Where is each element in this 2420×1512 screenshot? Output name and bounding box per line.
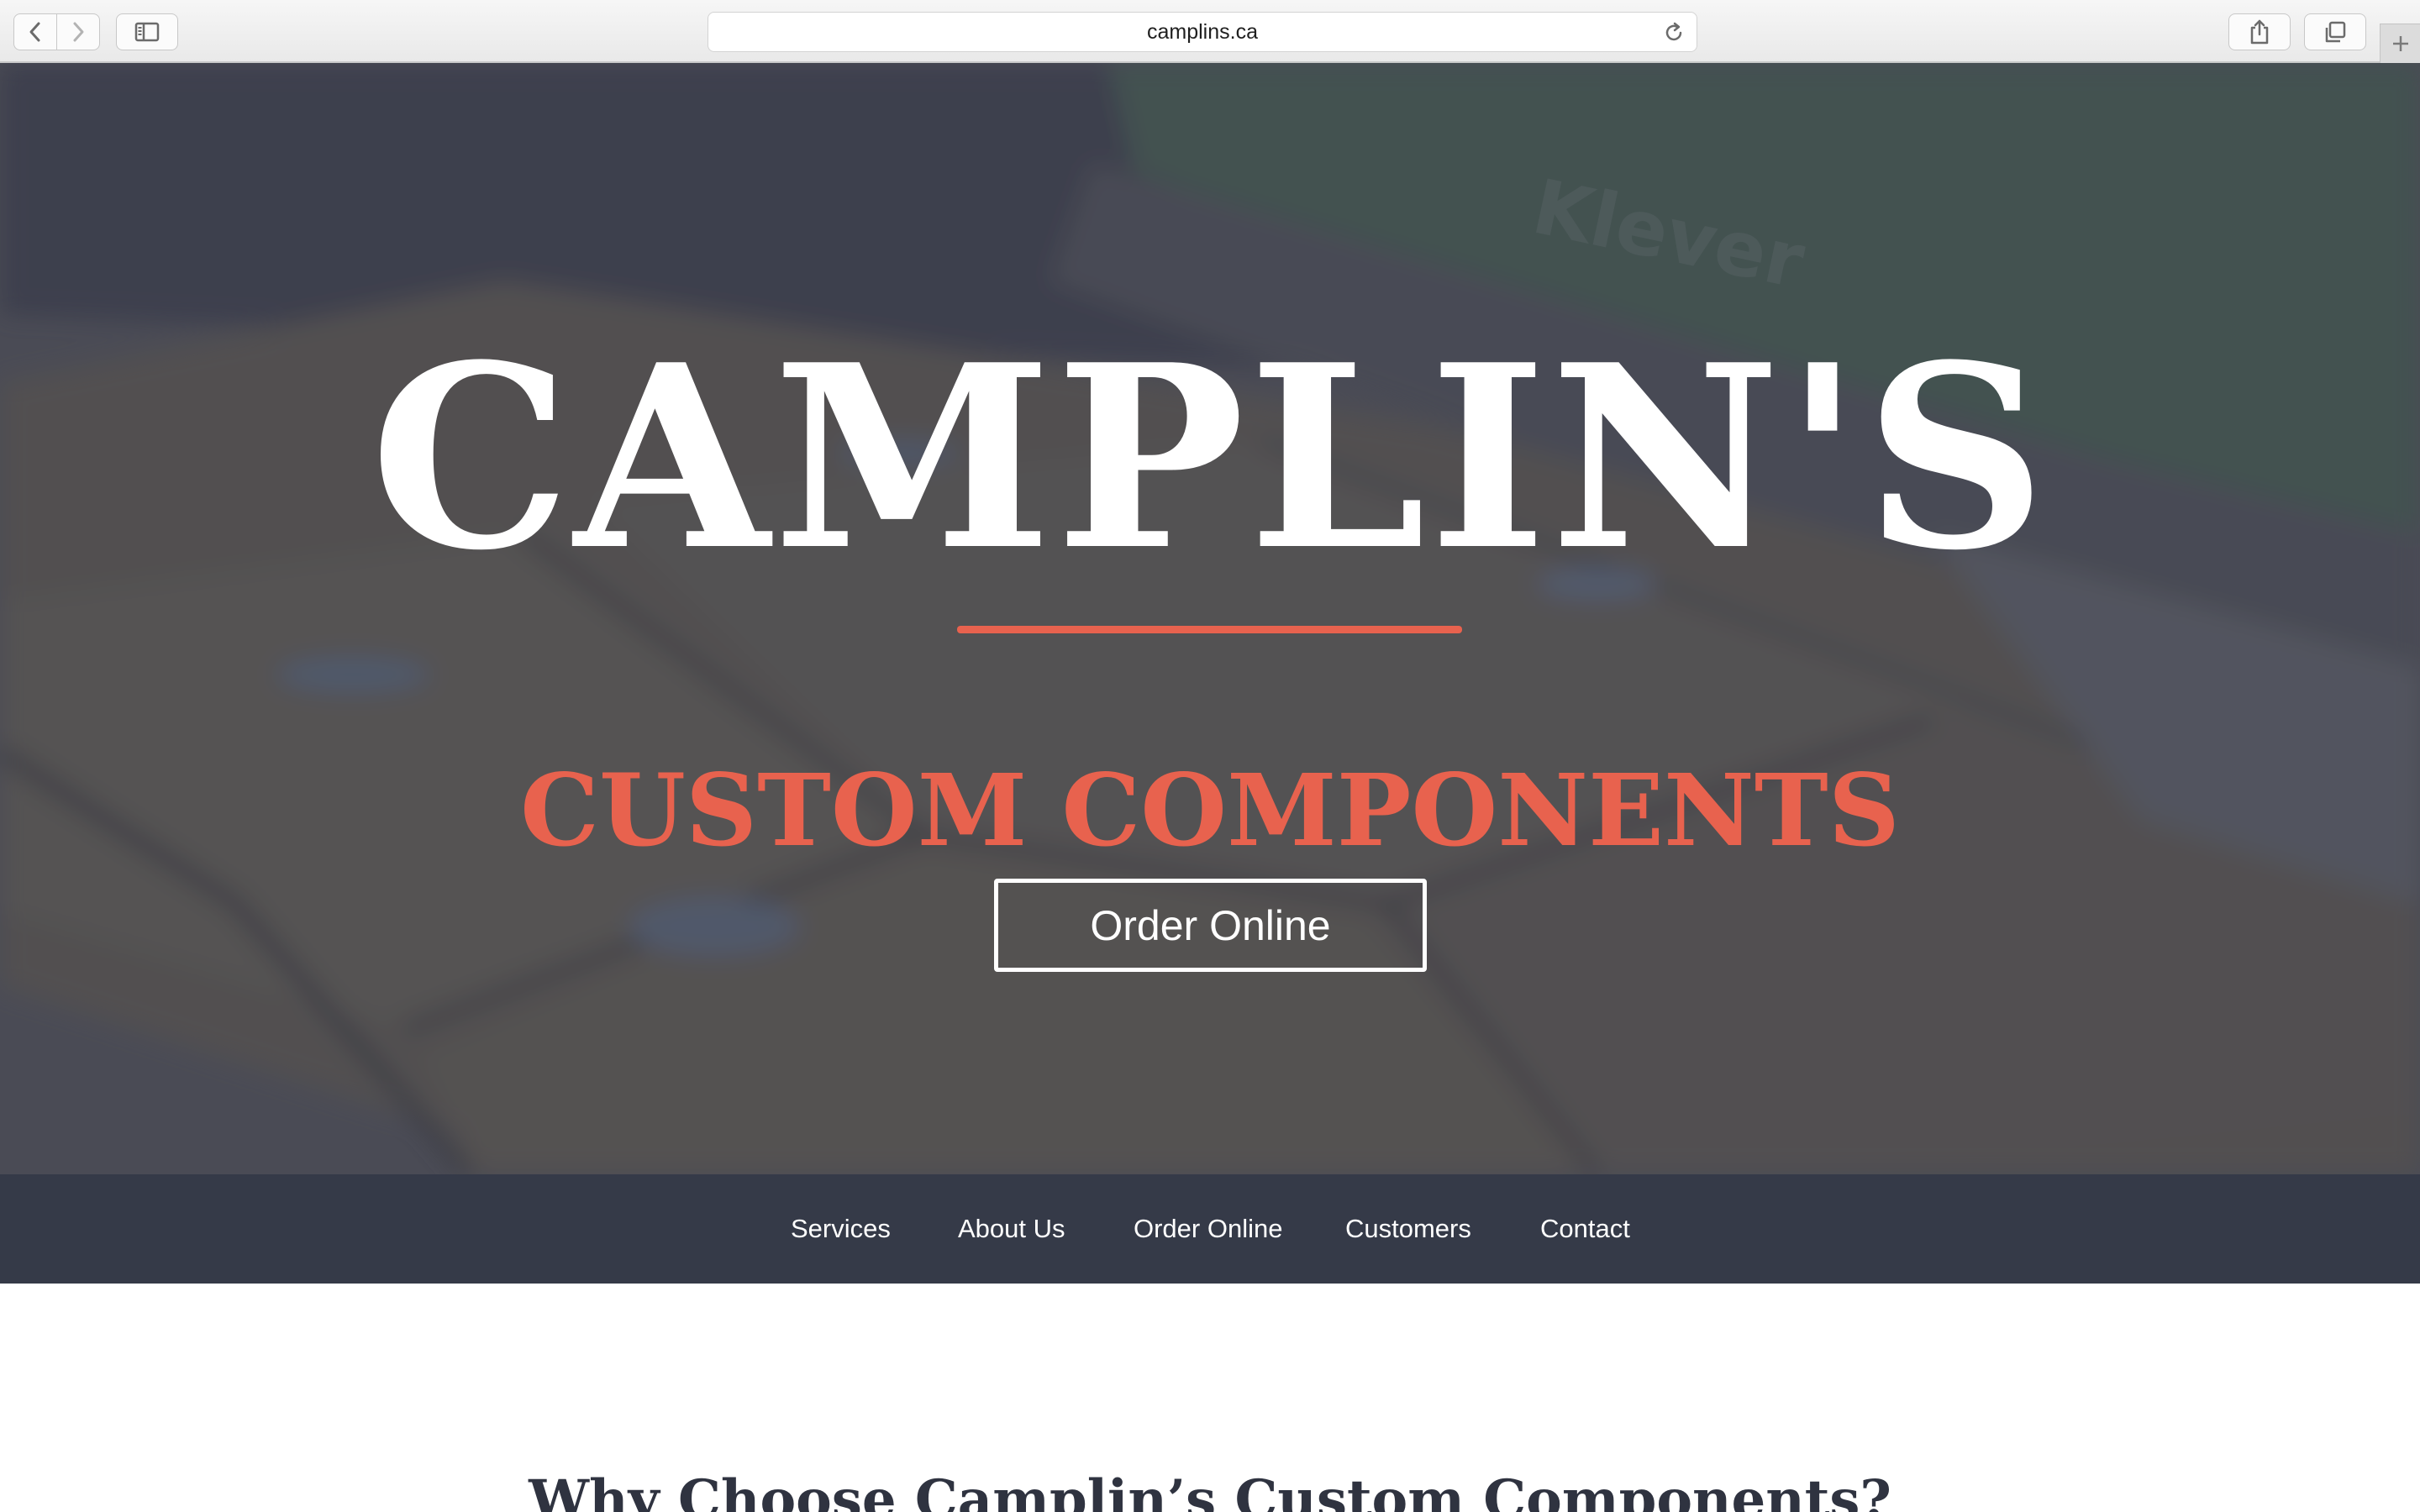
nav-item-contact[interactable]: Contact bbox=[1540, 1174, 1630, 1284]
plus-icon bbox=[2392, 36, 2408, 51]
sidebar-button[interactable] bbox=[116, 13, 178, 50]
back-button[interactable] bbox=[13, 13, 57, 50]
hero-overlay bbox=[0, 63, 2420, 1174]
main-nav: Services About Us Order Online Customers… bbox=[0, 1174, 2420, 1284]
nav-item-services[interactable]: Services bbox=[791, 1174, 891, 1284]
why-choose-heading: Why Choose Camplin’s Custom Components? bbox=[529, 1468, 1891, 1512]
hero-subtitle: CUSTOM COMPONENTS bbox=[520, 752, 1900, 869]
nav-item-order-online[interactable]: Order Online bbox=[1134, 1174, 1282, 1284]
share-icon bbox=[2250, 19, 2269, 45]
sidebar-icon bbox=[134, 22, 160, 42]
chevron-left-icon bbox=[29, 22, 40, 42]
share-button[interactable] bbox=[2228, 13, 2291, 50]
hero-divider bbox=[957, 626, 1462, 633]
address-bar[interactable]: camplins.ca bbox=[708, 12, 1697, 52]
tabs-overview-icon bbox=[2325, 21, 2346, 43]
forward-button[interactable] bbox=[56, 13, 100, 50]
address-url: camplins.ca bbox=[1147, 19, 1258, 44]
hero-title: CAMPLIN'S bbox=[370, 309, 2050, 606]
browser-toolbar: camplins.ca bbox=[0, 0, 2420, 63]
reload-button[interactable] bbox=[1661, 20, 1686, 45]
nav-item-customers[interactable]: Customers bbox=[1345, 1174, 1471, 1284]
chevron-right-icon bbox=[73, 22, 84, 42]
nav-item-about-us[interactable]: About Us bbox=[958, 1174, 1065, 1284]
reload-icon bbox=[1665, 22, 1682, 41]
tabs-overview-button[interactable] bbox=[2304, 13, 2366, 50]
hero-section: Klever CAMPLIN'S CUSTOM COMPONENTS Order… bbox=[0, 63, 2420, 1174]
new-tab-button[interactable] bbox=[2380, 24, 2420, 63]
why-choose-section: Why Choose Camplin’s Custom Components? bbox=[0, 1284, 2420, 1512]
order-online-button[interactable]: Order Online bbox=[994, 879, 1427, 972]
